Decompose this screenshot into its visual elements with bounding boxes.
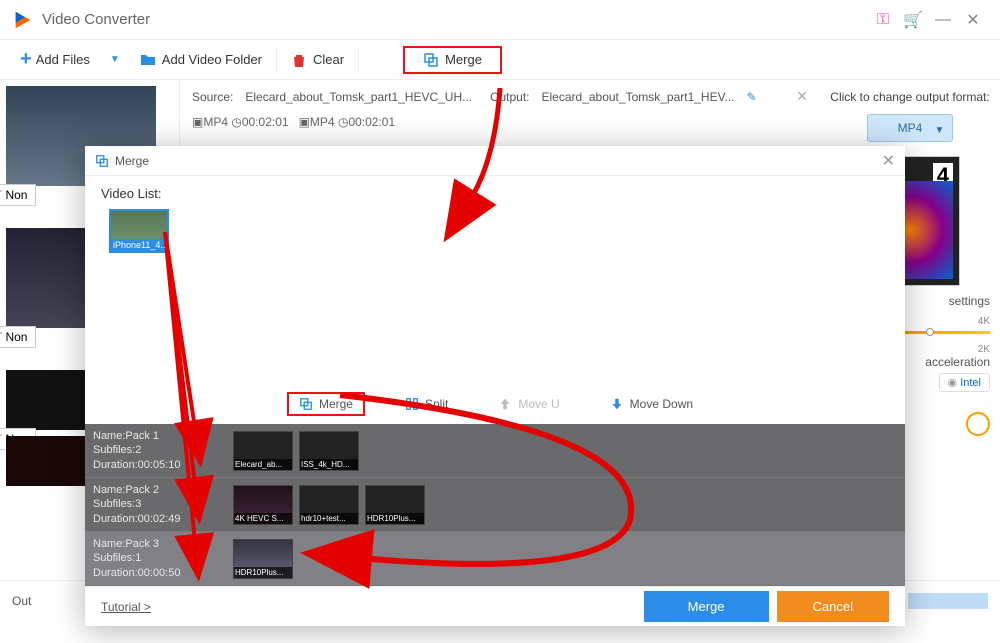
- convert-button[interactable]: [908, 593, 988, 609]
- pack-file-label: 4K HEVC S...: [234, 513, 292, 524]
- cart-icon[interactable]: 🛒: [898, 10, 928, 30]
- pack-meta: Name:Pack 1Subfiles:2Duration:00:05:10: [93, 429, 233, 472]
- clock-icon: ◷: [338, 115, 348, 129]
- edit-icon[interactable]: ✎: [747, 90, 757, 104]
- pack-meta: Name:Pack 3Subfiles:1Duration:00:00:50: [93, 537, 233, 580]
- split-icon: [405, 397, 419, 411]
- video-list-thumb[interactable]: iPhone11_4...: [109, 209, 169, 253]
- add-files-button[interactable]: +Add Files: [10, 44, 100, 75]
- output-name: Elecard_about_Tomsk_part1_HEV...: [542, 90, 735, 104]
- app-logo-icon: [12, 9, 34, 31]
- dialog-titlebar: Merge ✕: [85, 146, 905, 176]
- dlg-movedown-button[interactable]: Move Down: [600, 392, 703, 416]
- pack-file-thumb[interactable]: HDR10Plus...: [233, 539, 293, 579]
- pack-list: Name:Pack 1Subfiles:2Duration:00:05:10El…: [85, 424, 905, 586]
- dlg-merge-button[interactable]: Merge: [287, 392, 365, 416]
- pack-file-thumb[interactable]: HDR10Plus...: [365, 485, 425, 525]
- format-hint: Click to change output format:: [830, 90, 990, 104]
- dialog-close-button[interactable]: ✕: [882, 151, 895, 171]
- trash-icon: [291, 52, 307, 68]
- dlg-split-button[interactable]: Split: [395, 392, 458, 416]
- dialog-title: Merge: [115, 154, 149, 168]
- merge-icon: [299, 397, 313, 411]
- dialog-footer: Tutorial > Merge Cancel: [85, 586, 905, 626]
- pack-file-label: Elecard_ab...: [234, 459, 292, 470]
- chevron-down-icon: ▼: [934, 125, 944, 136]
- dialog-toolbar: Merge Split Move U Move Down: [85, 384, 905, 424]
- tutorial-link[interactable]: Tutorial >: [101, 600, 151, 614]
- video-list-label: Video List:: [101, 186, 889, 201]
- pack-file-label: HDR10Plus...: [366, 513, 424, 524]
- pack-file-thumb[interactable]: hdr10+test...: [299, 485, 359, 525]
- plus-icon: +: [20, 48, 32, 71]
- folder-icon: [140, 52, 156, 68]
- pack-file-label: HDR10Plus...: [234, 567, 292, 578]
- merge-icon: [95, 154, 109, 168]
- arrow-down-icon: [610, 397, 624, 411]
- app-title: Video Converter: [42, 11, 868, 28]
- minimize-button[interactable]: —: [928, 11, 958, 29]
- alarm-icon[interactable]: [966, 412, 990, 436]
- format-icon: ▣: [192, 115, 203, 129]
- intel-badge[interactable]: ◉ Intel: [939, 373, 990, 392]
- close-button[interactable]: ✕: [958, 10, 988, 30]
- add-folder-button[interactable]: Add Video Folder: [130, 48, 272, 72]
- pack-file-thumb[interactable]: ISS_4k_HD...: [299, 431, 359, 471]
- dialog-merge-confirm[interactable]: Merge: [644, 591, 769, 622]
- video-list-area: Video List: iPhone11_4...: [85, 176, 905, 274]
- pack-row[interactable]: Name:Pack 2Subfiles:3Duration:00:02:494K…: [85, 478, 905, 532]
- slider-knob[interactable]: [926, 328, 934, 336]
- pack-meta: Name:Pack 2Subfiles:3Duration:00:02:49: [93, 483, 233, 526]
- merge-button[interactable]: Merge: [403, 46, 502, 74]
- pack-row[interactable]: Name:Pack 3Subfiles:1Duration:00:00:50HD…: [85, 532, 905, 586]
- pack-file-thumb[interactable]: 4K HEVC S...: [233, 485, 293, 525]
- output-path-label: Out: [12, 594, 31, 608]
- source-label: Source:: [192, 90, 233, 104]
- pack-file-label: ISS_4k_HD...: [300, 459, 358, 470]
- add-files-dropdown[interactable]: ▼: [110, 54, 120, 65]
- dlg-moveup-button[interactable]: Move U: [488, 392, 569, 416]
- pack-row[interactable]: Name:Pack 1Subfiles:2Duration:00:05:10El…: [85, 424, 905, 478]
- clear-button[interactable]: Clear: [281, 48, 354, 72]
- clock-icon: ◷: [231, 115, 241, 129]
- file-row: Source: Elecard_about_Tomsk_part1_HEVC_U…: [192, 88, 808, 105]
- thumb-button[interactable]: T Non: [0, 184, 36, 206]
- titlebar: Video Converter ⚿ 🛒 — ✕: [0, 0, 1000, 40]
- remove-file-button[interactable]: ✕: [796, 88, 808, 105]
- main-toolbar: +Add Files ▼ Add Video Folder Clear Merg…: [0, 40, 1000, 80]
- merge-icon: [423, 52, 439, 68]
- merge-dialog: Merge ✕ Video List: iPhone11_4... Merge …: [85, 146, 905, 626]
- format-icon: ▣: [299, 115, 310, 129]
- source-name: Elecard_about_Tomsk_part1_HEVC_UH...: [245, 90, 472, 104]
- format-select[interactable]: MP4▼: [867, 114, 954, 142]
- pack-file-label: hdr10+test...: [300, 513, 358, 524]
- key-icon[interactable]: ⚿: [868, 11, 898, 29]
- arrow-up-icon: [498, 397, 512, 411]
- pack-file-thumb[interactable]: Elecard_ab...: [233, 431, 293, 471]
- thumb-button[interactable]: T Non: [0, 326, 36, 348]
- dialog-cancel[interactable]: Cancel: [777, 591, 889, 622]
- output-label: Output:: [490, 90, 529, 104]
